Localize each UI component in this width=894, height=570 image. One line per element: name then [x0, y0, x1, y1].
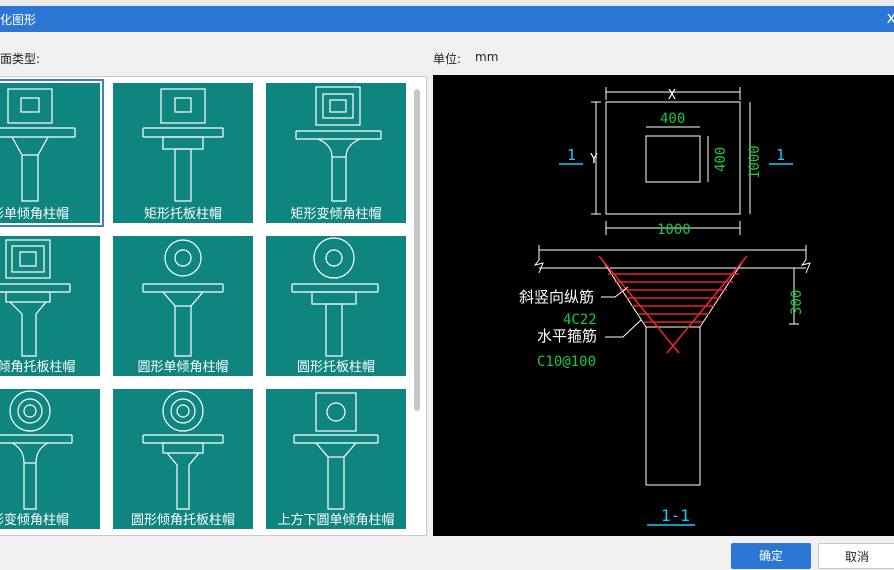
tile-caption: 矩形变倾角柱帽 — [290, 207, 382, 222]
section-preview-canvas: X Y 400 400 1000 1000 1 1 斜竖向纵筋 水平箍筋 4C2… — [433, 75, 894, 536]
dim-outer-width: 1000 — [657, 222, 691, 238]
stirrup-label: 水平箍筋 — [537, 327, 597, 345]
round-slope-plate-cap-icon — [142, 390, 224, 510]
section-mark-left: 1 — [567, 146, 576, 164]
tile-caption: 上方下圆单倾角柱帽 — [277, 513, 395, 528]
rebar-lines — [598, 255, 748, 354]
tile-round-single-slope-cap[interactable]: 圆形单倾角柱帽 — [113, 236, 253, 376]
rect-single-slope-cap-icon — [0, 88, 76, 202]
square-top-round-bottom-cap-icon — [293, 392, 379, 510]
rect-slope-plate-cap-icon — [0, 239, 71, 357]
section-title: 1-1 — [661, 506, 690, 525]
slanted-rebar-label: 斜竖向纵筋 — [519, 288, 594, 306]
stirrup-value: C10@100 — [537, 354, 596, 370]
ok-button[interactable]: 确定 — [731, 543, 811, 569]
tile-round-plate-cap[interactable]: 圆形托板柱帽 — [266, 236, 406, 376]
round-plate-cap-icon — [291, 237, 379, 357]
close-icon[interactable]: x — [887, 8, 894, 27]
rect-plate-cap-icon — [142, 88, 224, 202]
tile-rect-plate-cap[interactable]: 矩形托板柱帽 — [113, 83, 253, 223]
dim-inner-width: 400 — [660, 111, 685, 127]
round-single-slope-cap-icon — [142, 239, 224, 357]
tile-rect-single-slope-cap[interactable]: 形单倾角柱帽 — [0, 79, 104, 227]
tile-rect-variable-slope-cap[interactable]: 矩形变倾角柱帽 — [266, 83, 406, 223]
dim-inner-height: 400 — [713, 147, 729, 172]
plan-inner-outline — [645, 135, 701, 183]
tile-round-variable-slope-cap[interactable]: 形变倾角柱帽 — [0, 389, 100, 529]
tile-caption: 圆形托板柱帽 — [296, 360, 375, 375]
dialog-title: 化图形 — [0, 13, 37, 27]
slanted-rebar-value: 4C22 — [563, 312, 597, 328]
dim-outer-height: 1000 — [747, 145, 763, 179]
unit-value: mm — [475, 50, 499, 64]
section-type-gallery: 形单倾角柱帽 矩形托板柱帽 矩形变倾角柱帽 形倾角托板柱帽 — [0, 76, 427, 536]
tile-rect-slope-plate-cap[interactable]: 形倾角托板柱帽 — [0, 236, 100, 376]
dialog-title-bar: 化图形 x — [0, 6, 894, 32]
round-variable-slope-cap-icon — [0, 390, 73, 510]
dim-x: X — [668, 88, 676, 103]
cap-section-drawing: X Y 400 400 1000 1000 1 1 斜竖向纵筋 水平箍筋 4C2… — [519, 87, 811, 526]
cancel-button[interactable]: 取消 — [818, 543, 894, 569]
tile-caption: 圆形倾角托板柱帽 — [130, 513, 235, 528]
tile-caption: 矩形托板柱帽 — [143, 207, 222, 222]
scrollbar-thumb[interactable] — [414, 89, 420, 411]
tile-caption: 形倾角托板柱帽 — [0, 360, 76, 375]
gallery-scrollbar[interactable] — [412, 87, 422, 532]
tile-square-top-round-bottom-cap[interactable]: 上方下圆单倾角柱帽 — [266, 389, 406, 529]
tile-caption: 形变倾角柱帽 — [0, 513, 69, 528]
rect-variable-slope-cap-icon — [295, 86, 382, 202]
tile-round-slope-plate-cap[interactable]: 圆形倾角托板柱帽 — [113, 389, 253, 529]
section-type-label: 面类型: — [0, 52, 41, 66]
unit-label: 单位: — [433, 52, 462, 66]
dim-cap-depth: 300 — [789, 290, 805, 315]
dim-y: Y — [590, 152, 598, 167]
column-outline — [645, 326, 701, 486]
tile-caption: 形单倾角柱帽 — [0, 207, 69, 222]
tile-caption: 圆形单倾角柱帽 — [137, 360, 229, 375]
section-mark-right: 1 — [776, 146, 785, 164]
